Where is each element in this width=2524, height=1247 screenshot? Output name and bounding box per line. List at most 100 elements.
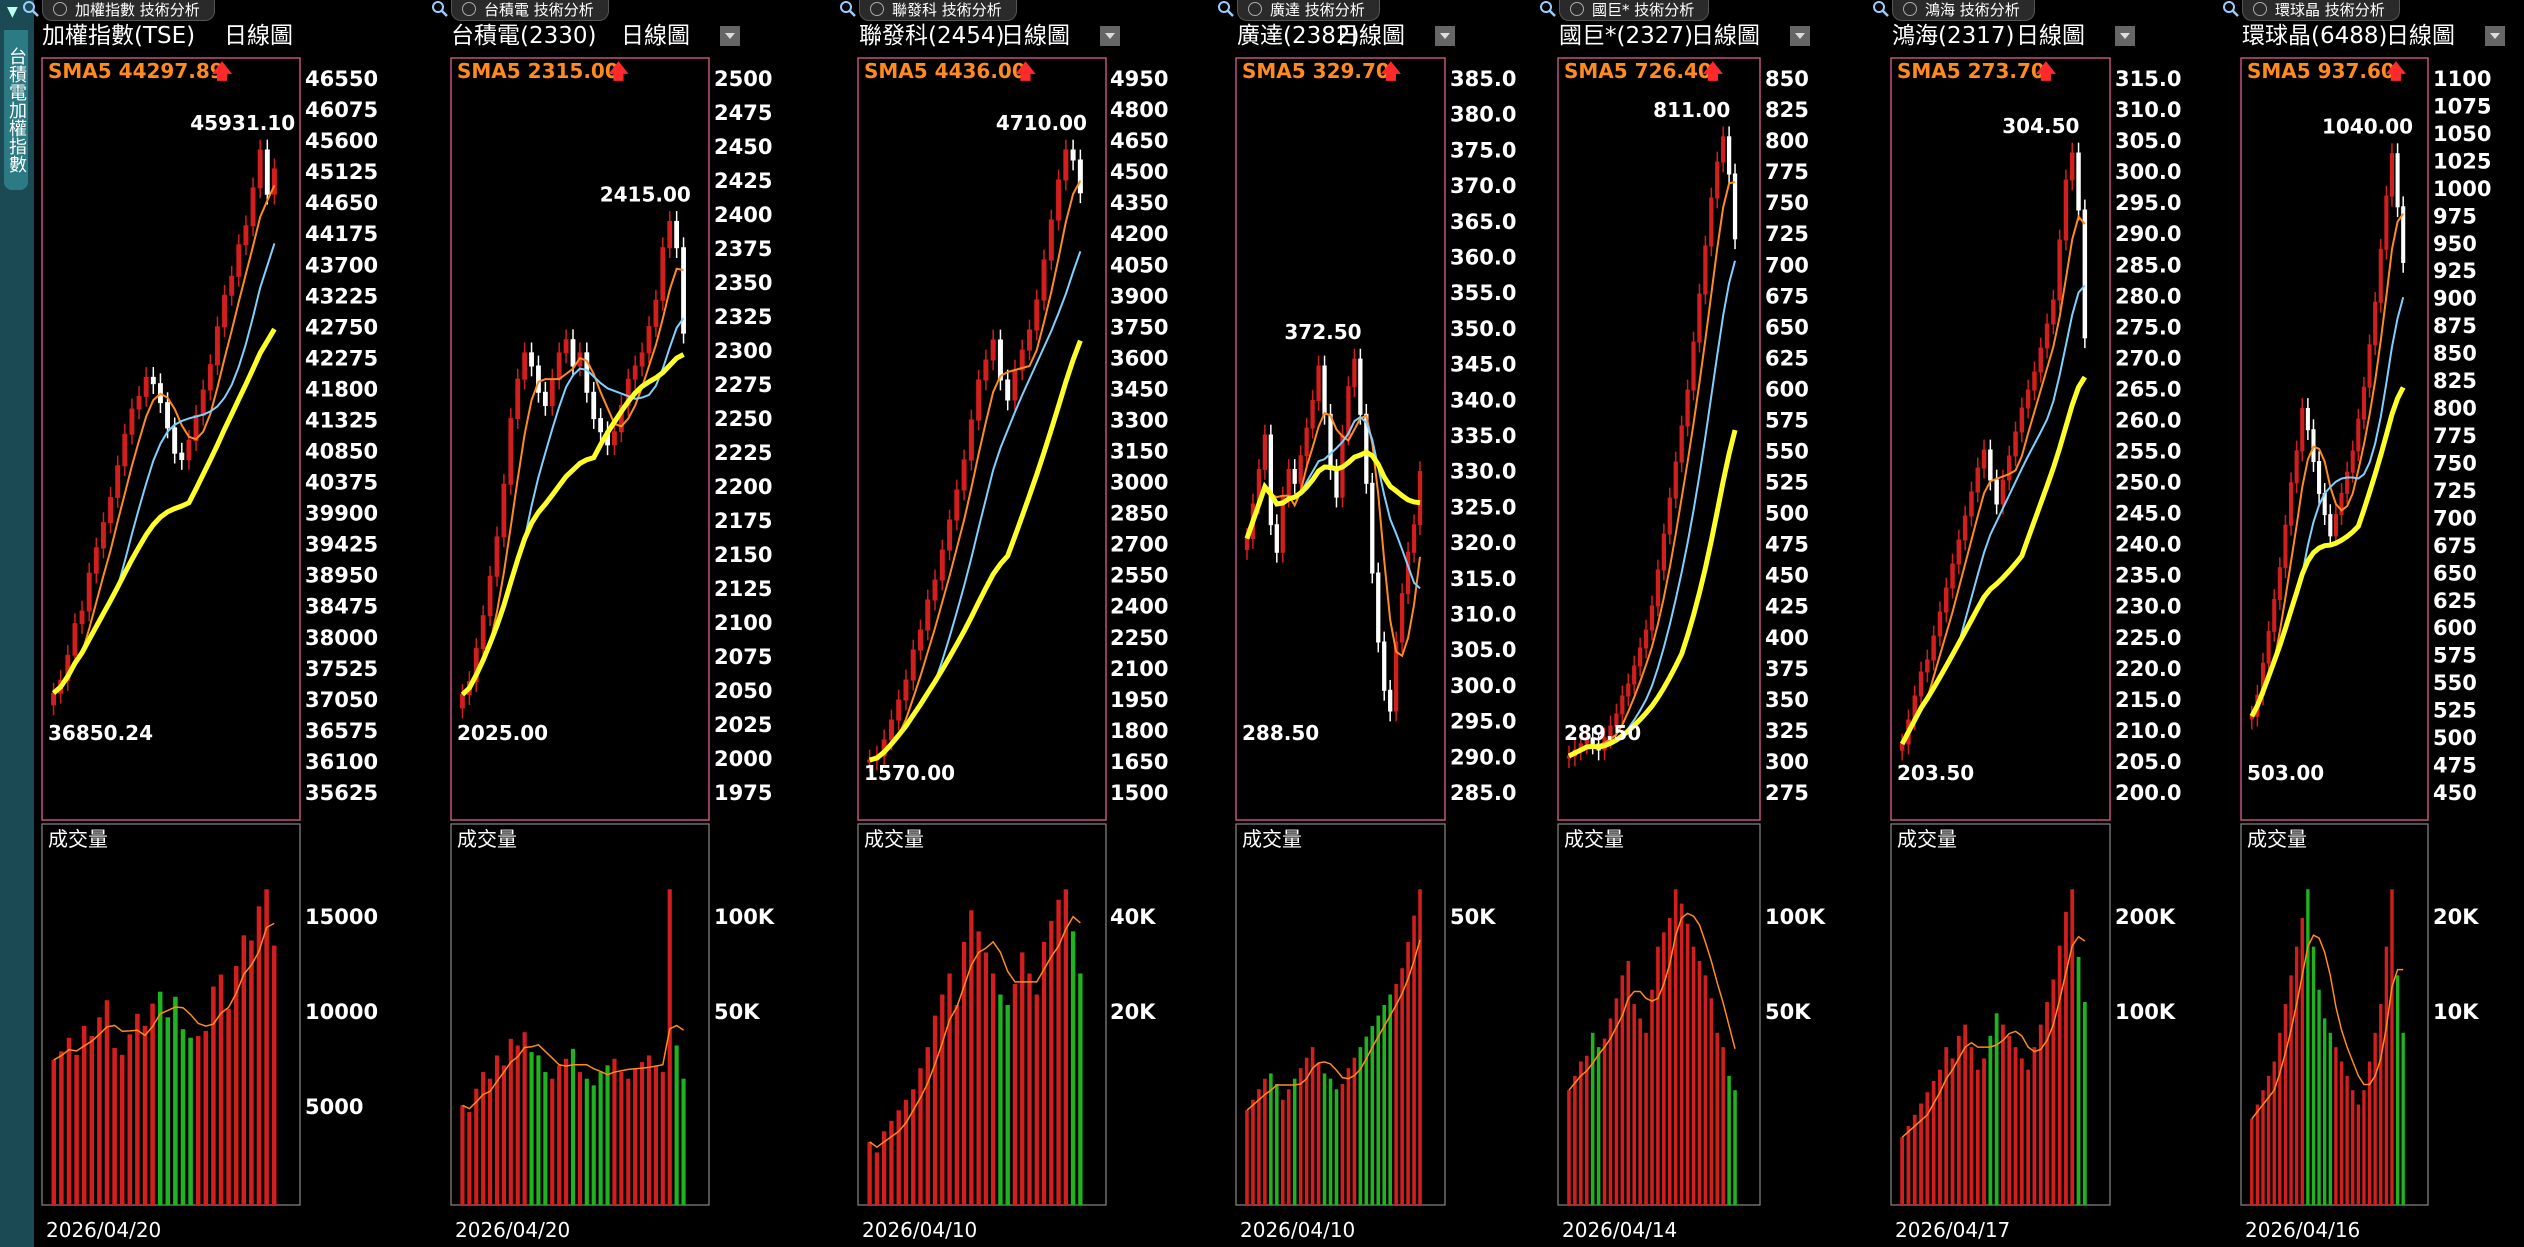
volume-bar bbox=[2266, 1075, 2271, 1205]
volume-frame bbox=[2240, 823, 2429, 1206]
candle-body bbox=[2249, 715, 2254, 720]
volume-bar bbox=[2379, 1004, 2383, 1205]
volume-bar bbox=[2334, 1047, 2338, 1205]
y-tick-label: 850 bbox=[2433, 342, 2477, 366]
candle-body bbox=[2277, 567, 2282, 601]
candle-body bbox=[2345, 471, 2350, 494]
candle-body bbox=[2328, 514, 2333, 537]
volume-bar bbox=[2362, 1090, 2366, 1205]
y-tick-label: 600 bbox=[2433, 616, 2477, 640]
up-arrow-icon: 🡅 bbox=[2386, 59, 2407, 83]
volume-bar bbox=[2283, 1004, 2288, 1205]
y-tick-label: 950 bbox=[2433, 232, 2477, 256]
sma20-line bbox=[2249, 386, 2406, 718]
y-tick-label: 550 bbox=[2433, 671, 2477, 695]
volume-bar bbox=[2351, 1090, 2355, 1205]
volume-bar bbox=[2323, 1018, 2327, 1205]
candle-body bbox=[2378, 248, 2383, 303]
candle-body bbox=[2350, 450, 2355, 473]
stock-title: 環球晶(6488) bbox=[2242, 23, 2388, 49]
volume-bar bbox=[2255, 1104, 2260, 1205]
candle-body bbox=[2401, 206, 2406, 263]
candle-body bbox=[2339, 492, 2344, 516]
candle-body bbox=[2260, 662, 2266, 696]
candle-body bbox=[2395, 153, 2400, 208]
candle-body bbox=[2384, 195, 2389, 250]
candle-body bbox=[2367, 344, 2372, 388]
volume-bar bbox=[2306, 889, 2310, 1205]
volume-tick-label: 10K bbox=[2433, 1000, 2479, 1024]
y-tick-label: 800 bbox=[2433, 397, 2477, 421]
y-tick-label: 725 bbox=[2433, 479, 2477, 503]
volume-bar bbox=[2401, 1032, 2405, 1205]
volume-ma-line bbox=[2251, 934, 2404, 1120]
volume-bar bbox=[2250, 1118, 2254, 1205]
period-dropdown-button[interactable] bbox=[2485, 26, 2505, 46]
candle-body bbox=[2361, 386, 2366, 420]
volume-tick-label: 20K bbox=[2433, 905, 2479, 929]
candle-body bbox=[2389, 153, 2395, 197]
collapse-icon[interactable] bbox=[2253, 2, 2267, 16]
y-tick-label: 450 bbox=[2433, 781, 2477, 805]
volume-bar bbox=[2384, 946, 2389, 1205]
y-tick-label: 500 bbox=[2433, 726, 2477, 750]
volume-bar bbox=[2289, 975, 2293, 1205]
volume-bar bbox=[2294, 946, 2299, 1205]
y-tick-label: 1025 bbox=[2433, 149, 2491, 173]
y-tick-label: 925 bbox=[2433, 259, 2477, 283]
volume-bar bbox=[2395, 975, 2400, 1205]
volume-bar bbox=[2278, 1032, 2282, 1205]
volume-bar bbox=[2300, 917, 2304, 1205]
volume-label: 成交量 bbox=[2247, 827, 2307, 851]
panel-tab-label: 環球晶 技術分析 bbox=[2275, 1, 2385, 19]
candle-body bbox=[2322, 492, 2327, 516]
volume-bar bbox=[2272, 1061, 2276, 1205]
sma5-line bbox=[2250, 213, 2405, 717]
candle-body bbox=[2373, 301, 2378, 346]
volume-bar bbox=[2339, 1061, 2344, 1205]
y-tick-label: 825 bbox=[2433, 369, 2477, 393]
low-label: 503.00 bbox=[2247, 761, 2324, 785]
y-tick-label: 575 bbox=[2433, 644, 2477, 668]
candle-body bbox=[2294, 450, 2299, 484]
zoom-icon[interactable] bbox=[2222, 0, 2240, 18]
candle-body bbox=[2300, 407, 2305, 452]
sma10-line bbox=[2250, 296, 2405, 717]
volume-bar bbox=[2356, 1104, 2361, 1205]
y-tick-label: 1000 bbox=[2433, 177, 2491, 201]
y-tick-label: 750 bbox=[2433, 451, 2477, 475]
volume-bar bbox=[2311, 946, 2316, 1205]
panel-tab[interactable]: 環球晶 技術分析 bbox=[2242, 0, 2400, 21]
volume-bar bbox=[2367, 1061, 2372, 1205]
y-tick-label: 625 bbox=[2433, 589, 2477, 613]
candle-body bbox=[2333, 514, 2338, 537]
y-tick-label: 525 bbox=[2433, 699, 2477, 723]
y-tick-label: 675 bbox=[2433, 534, 2477, 558]
y-tick-label: 775 bbox=[2433, 424, 2477, 448]
candle-body bbox=[2356, 418, 2361, 452]
volume-bar bbox=[2373, 1032, 2377, 1205]
y-tick-label: 1050 bbox=[2433, 122, 2491, 146]
y-tick-label: 1075 bbox=[2433, 94, 2491, 118]
volume-bar bbox=[2328, 1032, 2332, 1205]
candle-body bbox=[2289, 482, 2294, 526]
volume-bar bbox=[2261, 1090, 2265, 1205]
sma5-label: SMA5 937.60 bbox=[2247, 59, 2395, 83]
candle-body bbox=[2266, 630, 2271, 664]
price-chart: 1100 1075 1050 1025 1000 975 950 925 900 875 850 82… bbox=[2240, 57, 2491, 1206]
candle-body bbox=[2317, 461, 2322, 494]
price-frame bbox=[2240, 57, 2429, 821]
y-tick-label: 475 bbox=[2433, 754, 2477, 778]
volume-bar bbox=[2317, 989, 2321, 1205]
y-tick-label: 900 bbox=[2433, 287, 2477, 311]
y-tick-label: 700 bbox=[2433, 506, 2477, 530]
y-tick-label: 975 bbox=[2433, 204, 2477, 228]
candle-body bbox=[2311, 429, 2316, 463]
y-tick-label: 650 bbox=[2433, 561, 2477, 585]
daily-chart-label[interactable]: 日線圖 bbox=[2386, 22, 2455, 50]
candle-body bbox=[2283, 524, 2288, 569]
footer-date: 2026/04/16 bbox=[2245, 1218, 2361, 1242]
volume-bar bbox=[2345, 1075, 2349, 1205]
y-tick-label: 875 bbox=[2433, 314, 2477, 338]
chart-panel-7: 環球晶 技術分析 環球晶(6488) 日線圖 1100 1075 1050 1025 1000… bbox=[0, 0, 2524, 1247]
